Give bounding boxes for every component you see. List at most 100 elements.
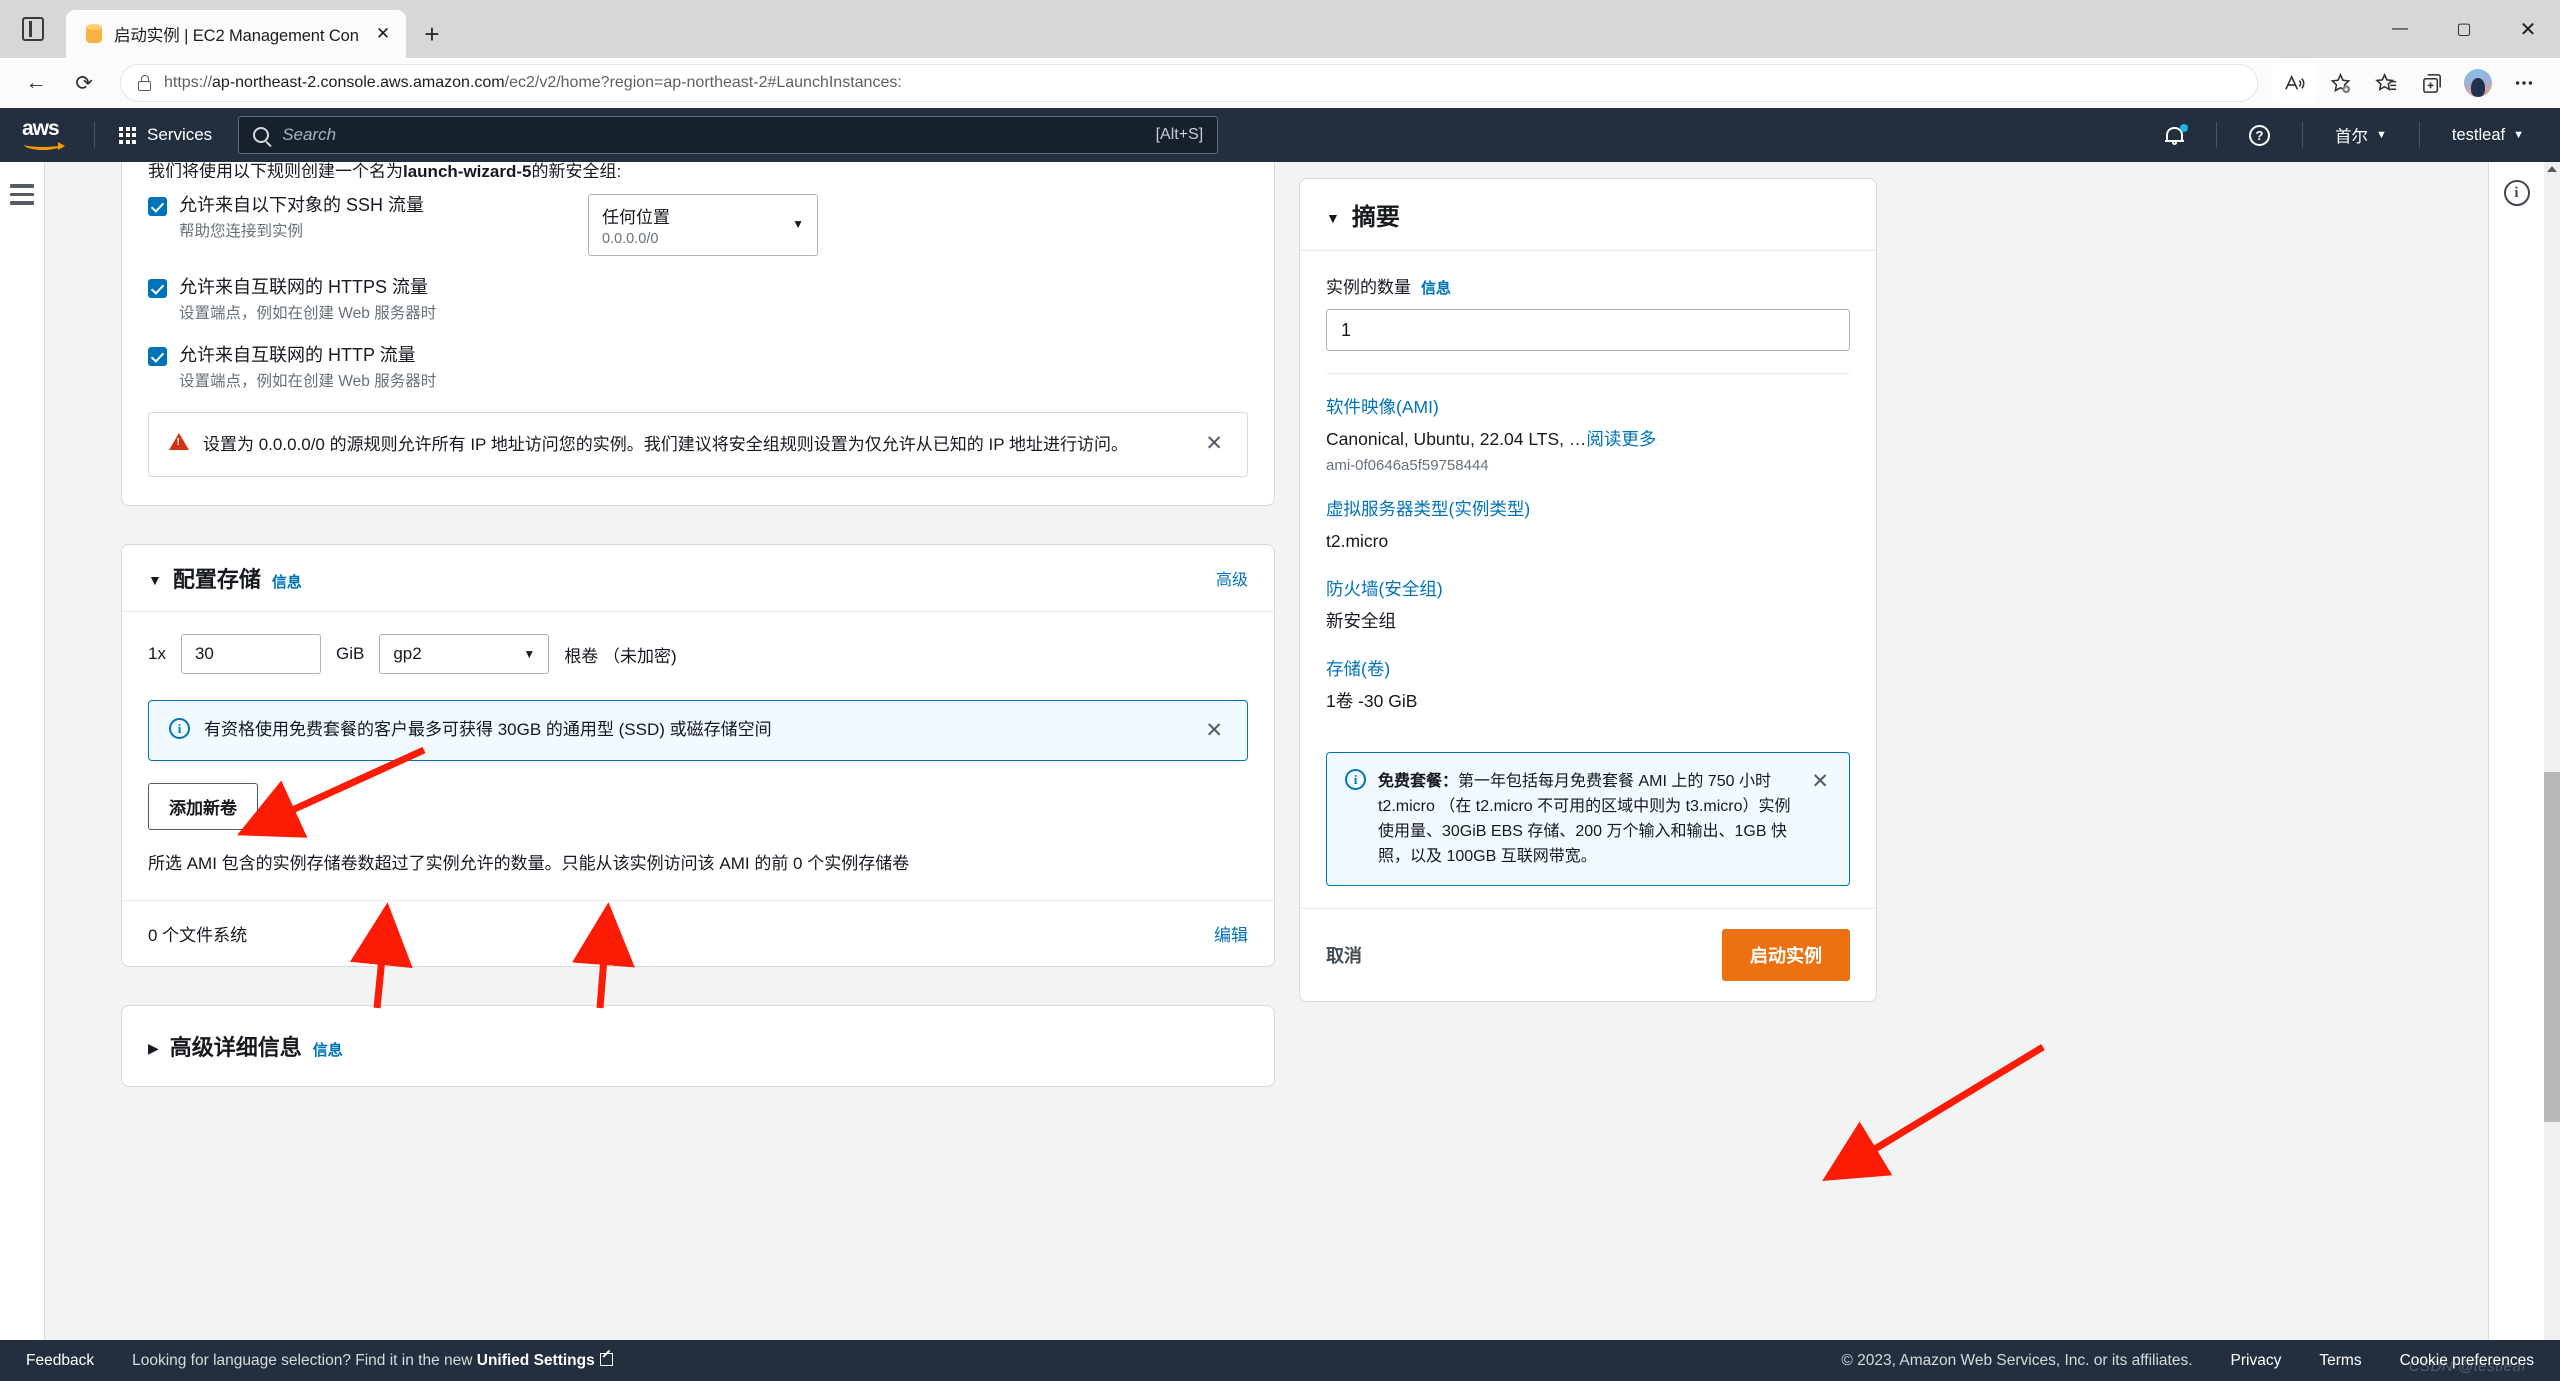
- read-aloud-icon[interactable]: [2272, 63, 2316, 103]
- checkbox-allow-ssh[interactable]: [148, 197, 167, 216]
- minimize-window-button[interactable]: —: [2368, 0, 2432, 58]
- services-menu-button[interactable]: Services: [109, 117, 222, 153]
- summary-footer: 取消 启动实例: [1300, 908, 1876, 1001]
- unified-settings-link[interactable]: Unified Settings: [477, 1352, 595, 1369]
- advanced-link[interactable]: 高级: [1216, 566, 1248, 590]
- region-selector[interactable]: 首尔 ▼: [2317, 115, 2405, 155]
- cancel-button[interactable]: 取消: [1326, 942, 1362, 968]
- ssh-source-select[interactable]: 任何位置 0.0.0.0/0 ▼: [588, 194, 818, 256]
- info-icon[interactable]: i: [2503, 180, 2530, 206]
- close-icon[interactable]: ✕: [1201, 431, 1227, 456]
- hamburger-menu-icon[interactable]: [10, 184, 34, 1340]
- header-divider: [2302, 122, 2304, 148]
- advanced-details-card[interactable]: ▶ 高级详细信息 信息: [121, 1005, 1275, 1087]
- privacy-link[interactable]: Privacy: [2231, 1352, 2282, 1370]
- ami-name: Canonical, Ubuntu, 22.04 LTS, …: [1326, 429, 1587, 449]
- volume-type-select[interactable]: gp2 ▼: [379, 634, 550, 674]
- services-label: Services: [147, 125, 213, 144]
- collapse-twisty-icon[interactable]: ▼: [1326, 210, 1340, 226]
- terms-link[interactable]: Terms: [2319, 1352, 2361, 1370]
- launch-instance-button[interactable]: 启动实例: [1722, 929, 1850, 981]
- maximize-window-button[interactable]: ▢: [2432, 0, 2496, 58]
- summary-item-link[interactable]: 虚拟服务器类型(实例类型): [1326, 496, 1850, 521]
- close-icon[interactable]: ✕: [1201, 718, 1227, 743]
- collections-icon[interactable]: [2410, 63, 2454, 103]
- expand-twisty-icon[interactable]: ▶: [148, 1040, 159, 1057]
- security-group-intro: 我们将使用以下规则创建一个名为launch-wizard-5的新安全组:: [148, 162, 622, 178]
- edit-filesystem-link[interactable]: 编辑: [1214, 921, 1248, 946]
- info-icon: i: [1345, 769, 1366, 790]
- info-side-rail: i: [2488, 162, 2544, 1340]
- help-button[interactable]: ?: [2231, 117, 2288, 154]
- tab-actions-button[interactable]: [0, 0, 66, 58]
- search-shortcut-hint: [Alt+S]: [1155, 126, 1204, 143]
- read-more-link[interactable]: 阅读更多: [1586, 429, 1656, 449]
- summary-item-link[interactable]: 存储(卷): [1326, 656, 1850, 681]
- security-group-rules: 允许来自以下对象的 SSH 流量 帮助您连接到实例 任何位置 0.0.0.0/0…: [122, 178, 1274, 505]
- info-link[interactable]: 信息: [1421, 277, 1451, 298]
- add-favorite-icon[interactable]: [2318, 63, 2362, 103]
- summary-header: ▼ 摘要: [1300, 179, 1876, 251]
- summary-item-link[interactable]: 防火墙(安全组): [1326, 576, 1850, 601]
- close-tab-icon[interactable]: ✕: [370, 21, 396, 47]
- notifications-button[interactable]: [2147, 117, 2202, 153]
- info-link[interactable]: 信息: [313, 1039, 343, 1060]
- chevron-down-icon: ▼: [2376, 129, 2387, 141]
- browser-tab[interactable]: 启动实例 | EC2 Management Con ✕: [66, 10, 406, 58]
- rule-subtitle: 帮助您连接到实例: [179, 223, 304, 240]
- checkbox-allow-https[interactable]: [148, 279, 167, 298]
- search-icon: [253, 127, 270, 143]
- back-icon[interactable]: ←: [14, 63, 58, 103]
- page-body: 我们将使用以下规则创建一个名为launch-wizard-5的新安全组: 允许来…: [0, 162, 2560, 1340]
- language-note: Looking for language selection? Find it …: [132, 1352, 613, 1370]
- new-tab-button[interactable]: +: [412, 14, 452, 54]
- instance-count-input[interactable]: [1326, 309, 1850, 351]
- content-area: 我们将使用以下规则创建一个名为launch-wizard-5的新安全组: 允许来…: [45, 162, 2560, 1340]
- free-tier-summary-box: i 免费套餐：第一年包括每月免费套餐 AMI 上的 750 小时 t2.micr…: [1326, 752, 1850, 886]
- summary-card: ▼ 摘要 实例的数量 信息 软件映像(AMI) Canonical, Ubunt…: [1299, 178, 1877, 1002]
- checkbox-allow-http[interactable]: [148, 347, 167, 366]
- notification-dot: [2180, 124, 2189, 132]
- volume-size-input[interactable]: [180, 634, 321, 674]
- storage-can-icon: [84, 23, 104, 45]
- header-right-group: ? 首尔 ▼ testleaf ▼: [2147, 108, 2542, 162]
- collapse-twisty-icon[interactable]: ▼: [148, 572, 162, 588]
- account-menu[interactable]: testleaf ▼: [2434, 118, 2542, 153]
- settings-more-icon[interactable]: [2502, 63, 2546, 103]
- toolbar-icon-group: [2272, 63, 2546, 103]
- header-divider: [94, 122, 95, 148]
- info-icon: i: [169, 718, 190, 739]
- add-volume-button[interactable]: 添加新卷: [148, 783, 258, 830]
- window-controls: — ▢ ✕: [2368, 0, 2560, 58]
- search-placeholder: Search: [282, 125, 337, 144]
- account-label: testleaf: [2451, 125, 2506, 144]
- rule-row-ssh: 允许来自以下对象的 SSH 流量 帮助您连接到实例 任何位置 0.0.0.0/0…: [148, 194, 1248, 256]
- summary-item-link[interactable]: 软件映像(AMI): [1326, 394, 1850, 419]
- global-search-input[interactable]: Search [Alt+S]: [238, 116, 1219, 154]
- favorites-icon[interactable]: [2364, 63, 2408, 103]
- configure-storage-header: ▼ 配置存储 信息 高级: [122, 545, 1274, 612]
- address-bar[interactable]: https://ap-northeast-2.console.aws.amazo…: [120, 64, 2258, 102]
- help-icon: ?: [2249, 124, 2271, 146]
- summary-item-value: 1卷 -30 GiB: [1326, 691, 1418, 711]
- scrollbar-thumb[interactable]: [2544, 772, 2560, 1122]
- rule-title: 允许来自互联网的 HTTP 流量: [179, 345, 416, 365]
- region-label: 首尔: [2335, 128, 2369, 146]
- close-icon[interactable]: ✕: [1807, 769, 1833, 794]
- reload-icon[interactable]: ⟳: [62, 63, 106, 103]
- tab-title: 启动实例 | EC2 Management Con: [114, 27, 359, 45]
- close-window-button[interactable]: ✕: [2496, 0, 2560, 58]
- profile-avatar-icon[interactable]: [2456, 63, 2500, 103]
- free-tier-label: 免费套餐：: [1378, 773, 1459, 790]
- scroll-up-arrow-icon[interactable]: [2547, 166, 2557, 172]
- external-link-icon: [599, 1352, 613, 1366]
- page-scrollbar[interactable]: [2544, 162, 2560, 1340]
- info-link[interactable]: 信息: [272, 571, 302, 592]
- browser-tab-strip: 启动实例 | EC2 Management Con ✕ + — ▢ ✕: [0, 0, 2560, 58]
- aws-logo[interactable]: aws: [22, 118, 74, 151]
- volume-row: 1x GiB gp2 ▼ 根卷 （未加密): [122, 612, 1274, 678]
- feedback-link[interactable]: Feedback: [26, 1352, 94, 1370]
- aws-smile-icon: [24, 139, 65, 150]
- ssh-source-value: 任何位置: [602, 208, 670, 227]
- watermark: CSDN @testleaf: [2408, 1358, 2526, 1375]
